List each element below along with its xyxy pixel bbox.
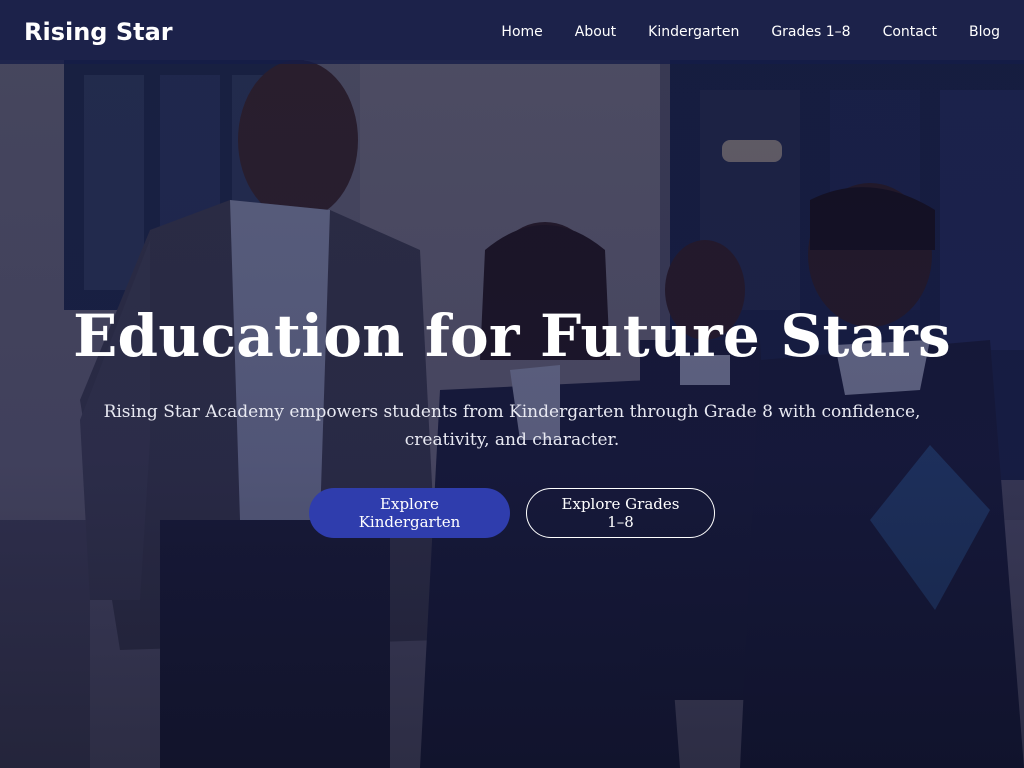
hero-section: Rising Star Home About Kindergarten Grad…: [0, 0, 1024, 768]
nav-link-home[interactable]: Home: [501, 24, 542, 40]
nav-link-blog[interactable]: Blog: [969, 24, 1000, 40]
nav-links: Home About Kindergarten Grades 1–8 Conta…: [469, 24, 1000, 40]
nav-link-kindergarten[interactable]: Kindergarten: [648, 24, 739, 40]
hero-subtitle: Rising Star Academy empowers students fr…: [103, 402, 921, 450]
hero-actions: Explore Kindergarten Explore Grades 1–8: [0, 488, 1024, 538]
nav-link-contact[interactable]: Contact: [883, 24, 937, 40]
top-navbar: Rising Star Home About Kindergarten Grad…: [0, 0, 1024, 64]
explore-kindergarten-button[interactable]: Explore Kindergarten: [309, 488, 510, 538]
nav-link-about[interactable]: About: [575, 24, 616, 40]
brand-logo-text[interactable]: Rising Star: [24, 18, 173, 46]
hero-content: Education for Future Stars Rising Star A…: [0, 296, 1024, 538]
explore-grades-button[interactable]: Explore Grades 1–8: [526, 488, 715, 538]
nav-link-grades[interactable]: Grades 1–8: [771, 24, 850, 40]
hero-headline: Education for Future Stars: [73, 302, 951, 370]
